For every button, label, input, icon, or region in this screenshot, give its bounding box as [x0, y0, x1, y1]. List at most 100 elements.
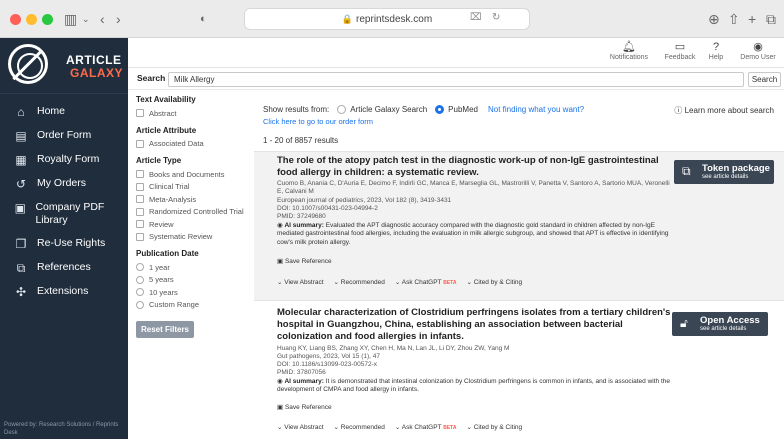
result-item: Molecular characterization of Clostridiu…	[254, 304, 784, 439]
chevron-down-icon[interactable]: ⌄	[82, 10, 90, 28]
zoom-window-button[interactable]	[42, 14, 53, 25]
view-abstract-button[interactable]: ⌄ View Abstract	[277, 278, 324, 286]
privacy-icon[interactable]: ◐	[200, 10, 207, 28]
download-icon[interactable]: ⊕	[708, 10, 720, 28]
radio[interactable]	[136, 300, 144, 309]
results-count: 1 - 20 of 8857 results	[263, 136, 339, 145]
recommended-button[interactable]: ⌄ Recommended	[334, 278, 385, 286]
info-icon: ⓘ	[674, 106, 685, 115]
filter-heading-publication-date: Publication Date	[136, 249, 199, 258]
result-item: The role of the atopy patch test in the …	[254, 151, 784, 301]
reset-filters-button[interactable]: Reset Filters	[136, 321, 194, 338]
view-abstract-button[interactable]: ⌄ View Abstract	[277, 423, 324, 431]
ask-chatgpt-button[interactable]: ⌄ Ask ChatGPT BETA	[395, 278, 457, 286]
new-tab-icon[interactable]: +	[748, 10, 756, 28]
filter-heading-article-type: Article Type	[136, 156, 182, 165]
forward-icon[interactable]: ›	[116, 10, 121, 28]
sidebar-item-order-form[interactable]: ▤ Order Form	[0, 124, 128, 148]
logo[interactable]: ARTICLE GALAXY	[0, 38, 128, 94]
learn-more-link[interactable]: ⓘ Learn more about search	[674, 105, 774, 116]
filter-option-meta-analysis[interactable]: Meta-Analysis	[136, 193, 254, 206]
translate-icon[interactable]: ⌧	[470, 12, 482, 23]
result-title[interactable]: Molecular characterization of Clostridiu…	[277, 307, 672, 343]
checkbox[interactable]	[136, 170, 144, 179]
user-menu-button[interactable]: ◉ Demo User	[736, 41, 780, 61]
minimize-window-button[interactable]	[26, 14, 37, 25]
address-bar[interactable]: 🔒 reprintsdesk.com	[244, 8, 530, 30]
filter-option-abstract[interactable]: Abstract	[136, 107, 254, 120]
filter-option-randomized-controlled-trial[interactable]: Randomized Controlled Trial	[136, 206, 254, 219]
radio-article-galaxy[interactable]	[337, 105, 347, 114]
filter-option-associated-data[interactable]: Associated Data	[136, 138, 254, 151]
save-icon: ▣	[277, 258, 285, 265]
filter-option-systematic-review[interactable]: Systematic Review	[136, 231, 254, 244]
reload-icon[interactable]: ↻	[492, 12, 500, 23]
cited-by-button[interactable]: ⌄ Cited by & Citing	[466, 423, 522, 431]
filter-option-10-years[interactable]: 10 years	[136, 286, 254, 299]
home-icon: ⌂	[17, 105, 25, 119]
filter-option-review[interactable]: Review	[136, 218, 254, 231]
library-icon: ▣	[14, 201, 26, 215]
radio[interactable]	[136, 263, 144, 272]
search-button[interactable]: Search	[748, 72, 781, 87]
checkbox[interactable]	[136, 232, 144, 241]
radio-pubmed[interactable]	[435, 105, 445, 114]
filter-option-1-year[interactable]: 1 year	[136, 261, 254, 274]
checkbox[interactable]	[136, 220, 144, 229]
royalty-icon: ▦	[15, 153, 27, 167]
puzzle-icon: ✣	[15, 285, 27, 299]
logo-text-galaxy: GALAXY	[70, 66, 124, 80]
result-pmid: PMID: 37807056	[277, 369, 326, 376]
history-icon: ↺	[15, 177, 27, 191]
open-access-icon: 🔓︎	[680, 316, 688, 330]
ask-chatgpt-button[interactable]: ⌄ Ask ChatGPT BETA	[395, 423, 457, 431]
filter-option-custom-range[interactable]: Custom Range	[136, 299, 254, 312]
filter-option-clinical-trial[interactable]: Clinical Trial	[136, 181, 254, 194]
references-icon: ⧉	[16, 261, 26, 275]
filter-heading-article-attribute: Article Attribute	[136, 125, 197, 135]
save-reference-button[interactable]: ▣ Save Reference	[277, 257, 332, 265]
radio[interactable]	[136, 275, 144, 284]
tabs-overview-icon[interactable]: ⧉	[766, 10, 776, 28]
radio[interactable]	[136, 288, 144, 297]
share-icon[interactable]: ⇧	[728, 10, 740, 28]
sidebar-item-company-pdf-library[interactable]: ▣ Company PDF Library	[0, 196, 128, 232]
sidebar-item-home[interactable]: ⌂ Home	[0, 100, 128, 124]
sidebar-item-extensions[interactable]: ✣ Extensions	[0, 280, 128, 304]
close-window-button[interactable]	[10, 14, 21, 25]
token-package-button[interactable]: ⧉ Token package see article details	[674, 160, 774, 184]
result-doi: DOI: 10.1007/s00431-023-04994-2	[277, 205, 378, 212]
save-reference-button[interactable]: ▣ Save Reference	[277, 403, 332, 411]
sidebar-item-royalty-form[interactable]: ▦ Royalty Form	[0, 148, 128, 172]
search-input[interactable]	[168, 72, 744, 87]
filter-option-books-and-documents[interactable]: Books and Documents	[136, 168, 254, 181]
recommended-button[interactable]: ⌄ Recommended	[334, 423, 385, 431]
not-finding-link[interactable]: Not finding what you want?	[488, 105, 584, 114]
checkbox[interactable]	[136, 109, 144, 118]
cited-by-button[interactable]: ⌄ Cited by & Citing	[466, 278, 522, 286]
result-authors: Huang KY, Liang BS, Zhang XY, Chen H, Ma…	[277, 345, 510, 352]
sidebar-item-references[interactable]: ⧉ References	[0, 256, 128, 280]
filter-option-5-years[interactable]: 5 years	[136, 274, 254, 287]
back-icon[interactable]: ‹	[100, 10, 105, 28]
result-journal: European journal of pediatrics, 2023, Vo…	[277, 197, 452, 204]
open-access-button[interactable]: 🔓︎ Open Access see article details	[672, 312, 768, 336]
result-journal: Gut pathogens, 2023, Vol 15 (1), 47	[277, 353, 380, 360]
result-authors: Cuomo B, Anania C, D'Auria E, Decimo F, …	[277, 180, 670, 196]
browser-toolbar: ▥ ⌄ ‹ › ◐ 🔒 reprintsdesk.com ⌧ ↻ ⊕ ⇧ + ⧉	[0, 0, 784, 38]
notifications-button[interactable]: 🔔︎ Notifications	[604, 41, 654, 61]
help-button[interactable]: ? Help	[694, 41, 738, 61]
checkbox[interactable]	[136, 195, 144, 204]
checkbox[interactable]	[136, 182, 144, 191]
filter-heading-text-availability: Text Availability	[136, 95, 196, 104]
checkbox[interactable]	[136, 207, 144, 216]
order-form-link[interactable]: Click here to go to our order form	[263, 117, 373, 126]
checkbox[interactable]	[136, 139, 144, 148]
sidebar-item-re-use-rights[interactable]: ❐ Re-Use Rights	[0, 232, 128, 256]
filters-panel: Text Availability Abstract Article Attri…	[128, 91, 254, 439]
search-label: Search	[137, 73, 166, 83]
sidebar-item-my-orders[interactable]: ↺ My Orders	[0, 172, 128, 196]
result-title[interactable]: The role of the atopy patch test in the …	[277, 155, 672, 179]
sidebar-toggle-icon[interactable]: ▥	[64, 10, 77, 28]
galaxy-logo-icon	[8, 44, 48, 84]
